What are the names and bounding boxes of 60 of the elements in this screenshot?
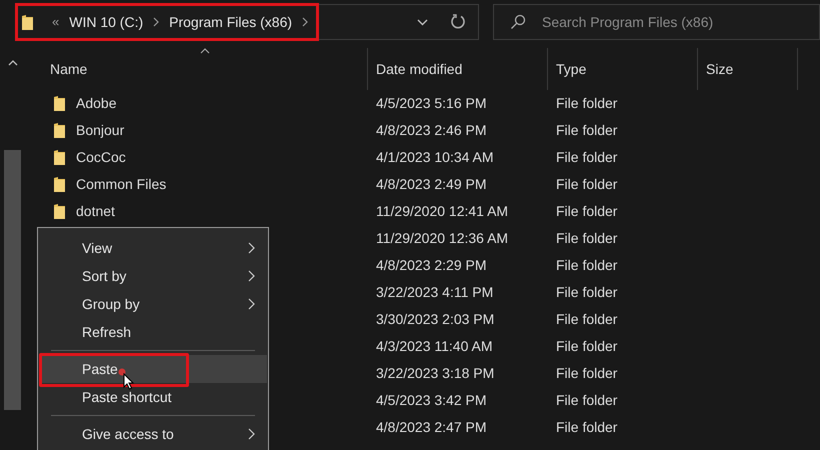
menu-item[interactable]: Give access to xyxy=(39,420,267,448)
file-type: File folder xyxy=(556,203,618,219)
file-type: File folder xyxy=(556,284,618,300)
file-name[interactable]: dotnet xyxy=(76,201,115,222)
file-type: File folder xyxy=(556,176,618,192)
menu-item[interactable]: Paste shortcut xyxy=(39,383,267,411)
file-type: File folder xyxy=(556,149,618,165)
menu-item[interactable]: Group by xyxy=(39,290,267,318)
file-type: File folder xyxy=(556,338,618,354)
folder-icon xyxy=(54,150,66,165)
scroll-up-icon[interactable] xyxy=(8,60,18,66)
cursor-icon xyxy=(118,368,136,390)
sort-ascending-icon xyxy=(200,48,210,54)
date-modified: 3/22/2023 4:11 PM xyxy=(376,284,494,300)
date-modified: 4/8/2023 2:47 PM xyxy=(376,419,487,435)
file-type: File folder xyxy=(556,257,618,273)
menu-item[interactable]: Sort by xyxy=(39,262,267,290)
menu-item[interactable]: View xyxy=(39,234,267,262)
file-name[interactable]: Common Files xyxy=(76,174,166,195)
file-name[interactable]: Bonjour xyxy=(76,120,124,141)
column-header[interactable]: Date modified xyxy=(376,58,462,80)
file-type: File folder xyxy=(556,392,618,408)
date-modified: 4/8/2023 2:49 PM xyxy=(376,176,487,192)
folder-icon xyxy=(54,204,66,219)
file-type: File folder xyxy=(556,419,618,435)
date-modified: 4/5/2023 5:16 PM xyxy=(376,95,487,111)
folder-icon xyxy=(54,96,66,111)
breadcrumb-item[interactable]: WIN 10 (C:) xyxy=(69,12,144,32)
column-header[interactable]: Type xyxy=(556,58,586,80)
menu-item[interactable]: Refresh xyxy=(39,318,267,346)
column-header[interactable]: Name xyxy=(50,58,88,80)
date-modified: 4/8/2023 2:46 PM xyxy=(376,122,487,138)
folder-icon xyxy=(54,177,66,192)
date-modified: 4/5/2023 3:42 PM xyxy=(376,392,487,408)
folder-icon xyxy=(22,14,34,30)
file-type: File folder xyxy=(556,122,618,138)
address-bar[interactable]: « WIN 10 (C:) Program Files (x86) xyxy=(15,4,479,40)
file-name[interactable]: Adobe xyxy=(76,93,116,114)
file-type: File folder xyxy=(556,230,618,246)
search-field[interactable]: Search Program Files (x86) xyxy=(493,4,820,40)
refresh-icon[interactable] xyxy=(450,14,466,30)
column-header[interactable]: Size xyxy=(706,58,734,80)
scrollbar-thumb[interactable] xyxy=(4,150,21,410)
chevron-right-icon xyxy=(302,17,308,27)
overflow-button[interactable]: « xyxy=(52,12,60,32)
file-type: File folder xyxy=(556,95,618,111)
date-modified: 3/30/2023 2:03 PM xyxy=(376,311,494,327)
date-modified: 11/29/2020 12:36 AM xyxy=(376,230,508,246)
chevron-right-icon xyxy=(153,17,160,27)
date-modified: 4/1/2023 10:34 AM xyxy=(376,149,494,165)
dropdown-icon[interactable] xyxy=(417,18,428,26)
folder-icon xyxy=(54,123,66,138)
date-modified: 4/8/2023 2:29 PM xyxy=(376,257,487,273)
file-name[interactable]: CocCoc xyxy=(76,147,126,168)
file-type: File folder xyxy=(556,365,618,381)
breadcrumb-item[interactable]: Program Files (x86) xyxy=(169,12,292,32)
date-modified: 11/29/2020 12:41 AM xyxy=(376,203,508,219)
date-modified: 4/3/2023 11:40 AM xyxy=(376,338,492,354)
date-modified: 3/22/2023 3:18 PM xyxy=(376,365,494,381)
file-type: File folder xyxy=(556,311,618,327)
